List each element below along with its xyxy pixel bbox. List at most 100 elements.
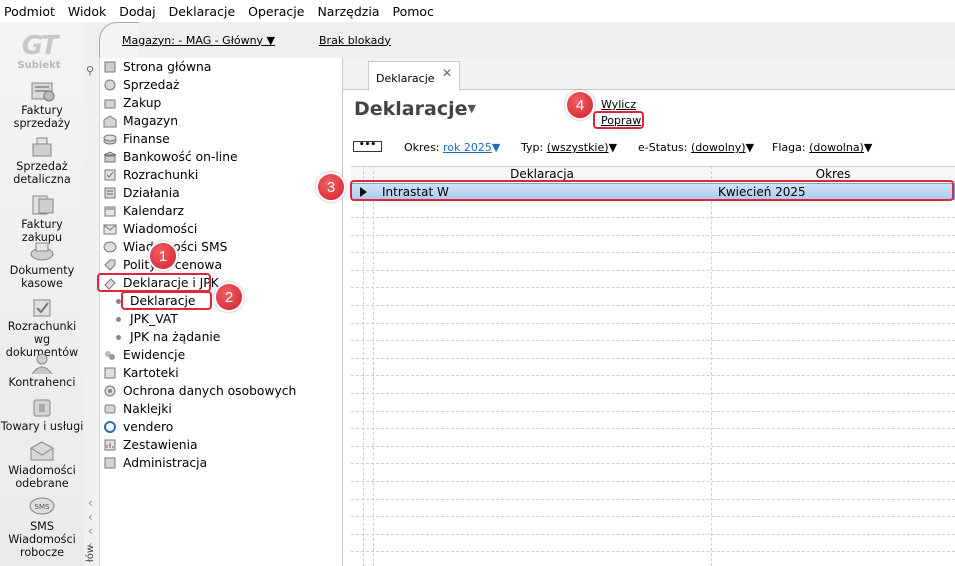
nav-item-sprzedaz[interactable]: Sprzedaż (100, 76, 179, 94)
menu-pomoc[interactable]: Pomoc (392, 4, 433, 19)
callout-badge-3: 3 (316, 172, 346, 202)
calendar-icon (102, 204, 118, 218)
menu-podmiot[interactable]: Podmiot (4, 4, 55, 19)
empty-table-row[interactable] (351, 270, 955, 289)
module-wiadomosci-odebrane[interactable]: Wiadomości odebrane (0, 440, 84, 490)
collapse-arrow-icon[interactable]: ‹ (88, 524, 93, 538)
main-panel: Deklaracje ✕ Deklaracje▼ Wylicz Popraw •… (343, 58, 955, 566)
nav-item-finanse[interactable]: Finanse (100, 130, 170, 148)
blokada-link[interactable]: Brak blokady (319, 34, 391, 47)
sms-icon: SMS (29, 497, 55, 515)
invoice-stack-icon (31, 82, 55, 102)
menu-operacje[interactable]: Operacje (248, 4, 304, 19)
collapse-arrow-icon[interactable]: ‹ (88, 510, 93, 524)
nav-item-administracja[interactable]: Administracja (100, 454, 207, 472)
nav-item-ochrona-danych[interactable]: Ochrona danych osobowych (100, 382, 296, 400)
module-towary-i-uslugi[interactable]: Towary i usługi (0, 396, 84, 433)
empty-table-row[interactable] (351, 341, 955, 359)
sms-icon (102, 240, 118, 254)
nav-item-strona-glowna[interactable]: Strona główna (100, 58, 211, 76)
settlements-icon (33, 299, 51, 317)
nav-item-vendero[interactable]: vendero (100, 418, 173, 436)
empty-table-row[interactable] (351, 235, 955, 254)
module-sms-wiadomosci-robocze[interactable]: SMS SMS Wiadomości robocze (0, 496, 84, 559)
empty-table-row[interactable] (351, 306, 955, 324)
nav-collapse-gutter[interactable]: ⚲ ‹ ‹ ‹ ‹ łów (84, 58, 100, 566)
nav-item-zestawienia[interactable]: Zestawienia (100, 436, 198, 454)
dropdown-caret-icon: ▼ (266, 33, 276, 47)
empty-table-row[interactable] (351, 482, 955, 500)
menu-dodaj[interactable]: Dodaj (119, 4, 155, 19)
reports-icon (102, 438, 118, 452)
goods-icon (33, 399, 51, 417)
nav-item-rozrachunki[interactable]: Rozrachunki (100, 166, 198, 184)
settlements-icon (102, 168, 118, 182)
sales-icon (102, 78, 118, 92)
module-faktury-zakupu[interactable]: Faktury zakupu (0, 194, 84, 244)
nav-item-magazyn[interactable]: Magazyn (100, 112, 178, 130)
status-toolbar: Magazyn: - MAG - Główny ▼ Brak blokady (100, 22, 955, 58)
tab-deklaracje[interactable]: Deklaracje ✕ (368, 61, 460, 91)
page-title[interactable]: Deklaracje▼ (354, 98, 476, 120)
bullet-icon (116, 316, 121, 322)
home-icon (102, 60, 118, 74)
wylicz-link[interactable]: Wylicz (601, 98, 636, 111)
empty-table-row[interactable] (351, 411, 955, 430)
menu-narzedzia[interactable]: Narzędzia (317, 4, 379, 19)
nav-subitem-jpk-vat[interactable]: JPK_VAT (110, 310, 178, 328)
empty-table-row[interactable] (351, 200, 955, 218)
actions-icon (102, 186, 118, 200)
empty-table-row[interactable] (351, 429, 955, 447)
grid-line (363, 166, 364, 566)
pin-icon[interactable]: ⚲ (86, 64, 94, 77)
module-faktury-sprzedazy[interactable]: Faktury sprzedaży (0, 80, 84, 130)
empty-table-row[interactable] (351, 517, 955, 535)
filter-estatus[interactable]: e-Status: (dowolny)▼ (638, 141, 754, 154)
empty-table-row[interactable] (351, 552, 955, 566)
more-options-button[interactable]: ••• (353, 141, 382, 152)
nav-item-naklejki[interactable]: Naklejki (100, 400, 172, 418)
logo-mark-icon: GT (21, 31, 59, 61)
logo-text: Subiekt (17, 60, 61, 71)
received-messages-icon (30, 441, 54, 461)
purchase-icon (102, 96, 118, 110)
empty-table-row[interactable] (351, 534, 955, 553)
empty-table-row[interactable] (351, 358, 955, 377)
nav-item-wiadomosci[interactable]: Wiadomości (100, 220, 197, 238)
bullet-icon (116, 334, 121, 340)
menu-widok[interactable]: Widok (68, 4, 106, 19)
filter-okres[interactable]: Okres: rok 2025▼ (404, 141, 500, 154)
nav-subitem-jpk-na-zadanie[interactable]: JPK na żądanie (110, 328, 220, 346)
module-sprzedaz-detaliczna[interactable]: Sprzedaż detaliczna (0, 136, 84, 186)
vendero-icon (102, 420, 118, 434)
nav-item-zakup[interactable]: Zakup (100, 94, 161, 112)
filter-typ[interactable]: Typ: (wszystkie)▼ (521, 141, 617, 154)
menu-deklaracje[interactable]: Deklaracje (169, 4, 236, 19)
nav-item-bankowosc[interactable]: Bankowość on-line (100, 148, 238, 166)
module-kontrahenci[interactable]: Kontrahenci (0, 352, 84, 389)
empty-table-row[interactable] (351, 288, 955, 306)
nav-item-kartoteki[interactable]: Kartoteki (100, 364, 179, 382)
admin-icon (102, 456, 118, 470)
nav-item-dzialania[interactable]: Działania (100, 184, 180, 202)
empty-table-row[interactable] (351, 394, 955, 412)
empty-table-row[interactable] (351, 253, 955, 271)
callout-badge-4: 4 (565, 90, 595, 120)
highlight-intrastat-row (350, 180, 954, 201)
empty-table-row[interactable] (351, 446, 955, 465)
close-icon[interactable]: ✕ (442, 66, 452, 80)
module-rozrachunki-wg-dokumentow[interactable]: Rozrachunki wg dokumentów (0, 296, 84, 359)
empty-table-row[interactable] (351, 218, 955, 236)
nav-side-label: łów (85, 545, 96, 563)
empty-table-row[interactable] (351, 323, 955, 342)
magazyn-selector[interactable]: Magazyn: - MAG - Główny ▼ (122, 34, 275, 47)
collapse-arrow-icon[interactable]: ‹ (88, 496, 93, 510)
empty-table-row[interactable] (351, 464, 955, 482)
empty-table-row[interactable] (351, 499, 955, 518)
nav-item-ewidencje[interactable]: Ewidencje (100, 346, 185, 364)
empty-table-row[interactable] (351, 376, 955, 394)
filter-flaga[interactable]: Flaga: (dowolna)▼ (772, 141, 872, 154)
nav-item-kalendarz[interactable]: Kalendarz (100, 202, 184, 220)
callout-badge-2: 2 (214, 282, 244, 312)
module-dokumenty-kasowe[interactable]: Dokumenty kasowe (0, 240, 84, 290)
